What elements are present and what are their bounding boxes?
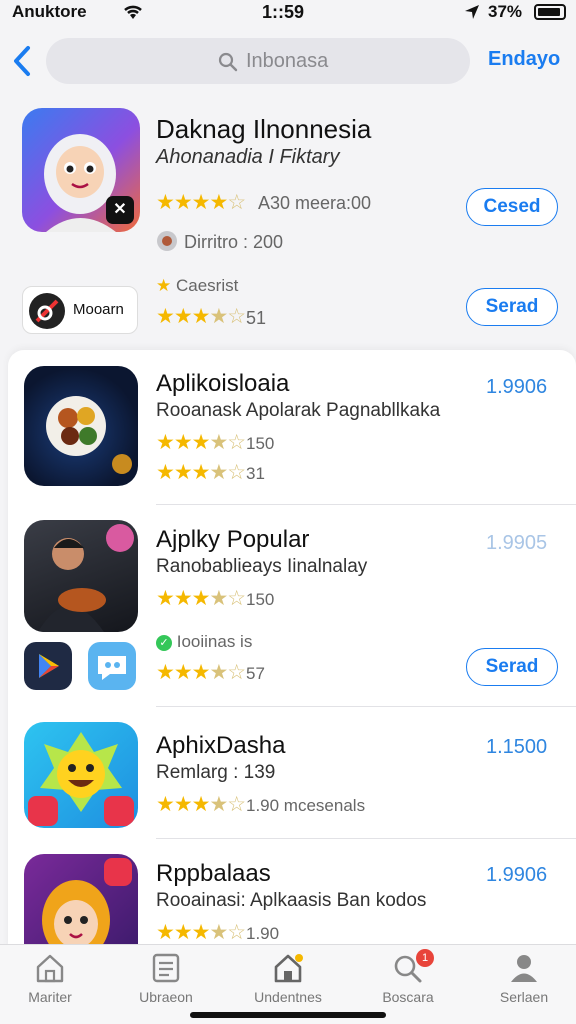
app-title: Ajplky Popular	[156, 526, 310, 553]
row-divider	[156, 838, 576, 839]
app-subtitle: Ranobablieays Iinalnalay	[156, 556, 368, 577]
download-count: Dirritro : 200	[184, 232, 284, 252]
food-app-icon	[24, 366, 138, 486]
row-divider	[156, 504, 576, 505]
search-query: Inbonasa	[246, 50, 329, 72]
star-rating: ★★★★☆	[156, 305, 246, 328]
app-price[interactable]: 1.9906	[486, 376, 547, 399]
app-badge-icon: ✕	[106, 196, 134, 224]
logo-mark-icon	[29, 293, 65, 329]
list-icon	[152, 953, 180, 983]
play-store-icon	[24, 642, 72, 690]
notification-badge: 1	[416, 949, 434, 967]
app-price[interactable]: 1.1500	[486, 736, 547, 759]
cancel-button[interactable]: Endayo	[488, 48, 560, 71]
secondary-app-name: Mooarn	[73, 301, 124, 318]
tab-mariter[interactable]: Mariter	[0, 951, 100, 1011]
app-price[interactable]: 1.9905	[486, 532, 547, 555]
rating-count: 31	[246, 464, 265, 483]
search-icon	[218, 52, 238, 72]
chef-app-icon	[24, 520, 138, 632]
chat-app-icon	[88, 642, 136, 690]
emoji-app-icon	[24, 722, 138, 828]
smiley-icon	[28, 732, 134, 826]
featured-app-title: Daknag Ilnonnesia	[156, 114, 372, 144]
tab-serlaen[interactable]: Serlaen	[474, 951, 574, 1011]
app-subtitle: Rooanask Apolarak Pagnabllkaka	[156, 400, 441, 421]
back-chevron-icon[interactable]	[10, 44, 36, 78]
carrier-label: Anuktore	[12, 2, 87, 21]
check-icon: ✓	[156, 634, 172, 651]
rating-count: 150	[246, 434, 275, 453]
rating-count: 51	[246, 308, 267, 328]
house-icon	[36, 954, 64, 983]
app-title: AphixDasha	[156, 732, 286, 759]
list-item[interactable]: Rppbalaas Rooainasi: Aplkaasis Ban kodos…	[8, 840, 576, 964]
get-button[interactable]: Serad	[466, 648, 558, 686]
app-title: Rppbalaas	[156, 860, 271, 887]
status-bar: Anuktore 1::59 37%	[0, 0, 576, 26]
wifi-icon	[124, 5, 142, 19]
search-header: Inbonasa Endayo	[0, 36, 576, 86]
editor-badge: ★ Caesrist	[156, 276, 239, 295]
battery-percent: 37%	[488, 2, 523, 21]
app-price[interactable]: 1.9906	[486, 864, 547, 887]
clock: 1::59	[262, 2, 305, 22]
app-title: Aplikoisloaia	[156, 370, 290, 397]
get-button[interactable]: Serad	[466, 288, 558, 326]
tab-label: Serlaen	[499, 989, 549, 1005]
rating-count: 150	[246, 590, 275, 609]
get-button[interactable]: Cesed	[466, 188, 558, 226]
list-item[interactable]: Ajplky Popular Ranobablieays Iinalnalay …	[8, 506, 576, 706]
row-divider	[156, 706, 576, 707]
home-indicator[interactable]	[190, 1012, 386, 1018]
search-field[interactable]: Inbonasa	[46, 38, 470, 84]
tab-label: Boscara	[382, 989, 434, 1005]
tab-boscara[interactable]: 1 Boscara	[358, 949, 458, 1011]
tab-ubraeon[interactable]: Ubraeon	[116, 951, 216, 1011]
star-rating: ★★★★☆	[156, 461, 246, 484]
star-badge-icon: ★	[156, 276, 172, 295]
verified-tag: ✓ Iooiinas is	[156, 632, 252, 652]
rating-count: A30 meera:00	[258, 193, 372, 213]
featured-app-icon[interactable]: ✕	[22, 108, 140, 232]
featured-app-subtitle: Ahonanadia I Fiktary	[156, 146, 340, 168]
list-item[interactable]: Aplikoisloaia Rooanask Apolarak Pagnabll…	[8, 350, 576, 504]
battery-icon	[534, 4, 566, 20]
star-rating: ★★★★☆	[156, 191, 246, 214]
secondary-app-logo[interactable]: Mooarn	[22, 286, 138, 334]
app-subtitle: Rooainasi: Aplkaasis Ban kodos	[156, 890, 427, 911]
rating-count: 57	[246, 664, 265, 683]
person-cooking-icon	[38, 524, 134, 632]
location-arrow-icon	[465, 5, 479, 19]
tab-undentnes[interactable]: Undentnes	[238, 951, 338, 1011]
food-plate-icon	[46, 396, 132, 474]
star-rating: ★★★★☆	[156, 661, 246, 684]
tab-label: Ubraeon	[139, 989, 193, 1005]
app-subtitle: Remlarg : 139	[156, 762, 276, 783]
developer-icon	[157, 231, 177, 251]
star-rating: ★★★★☆	[156, 431, 246, 454]
tab-label: Undentnes	[254, 989, 322, 1005]
rating-count: 1.90	[246, 924, 280, 943]
search-results-list: Aplikoisloaia Rooanask Apolarak Pagnabll…	[8, 350, 576, 964]
star-rating: ★★★★☆	[156, 921, 246, 944]
list-item[interactable]: AphixDasha Remlarg : 139 ★★★★☆ 1.90 mces…	[8, 708, 576, 838]
rating-count: 1.90 mcesenals	[246, 796, 366, 815]
person-icon	[511, 955, 537, 982]
featured-app-card[interactable]: ✕ Daknag Ilnonnesia Ahonanadia I Fiktary…	[0, 96, 576, 348]
tab-label: Mariter	[28, 989, 72, 1005]
home-icon	[274, 954, 303, 983]
star-rating: ★★★★☆	[156, 587, 246, 610]
star-rating: ★★★★☆	[156, 793, 246, 816]
